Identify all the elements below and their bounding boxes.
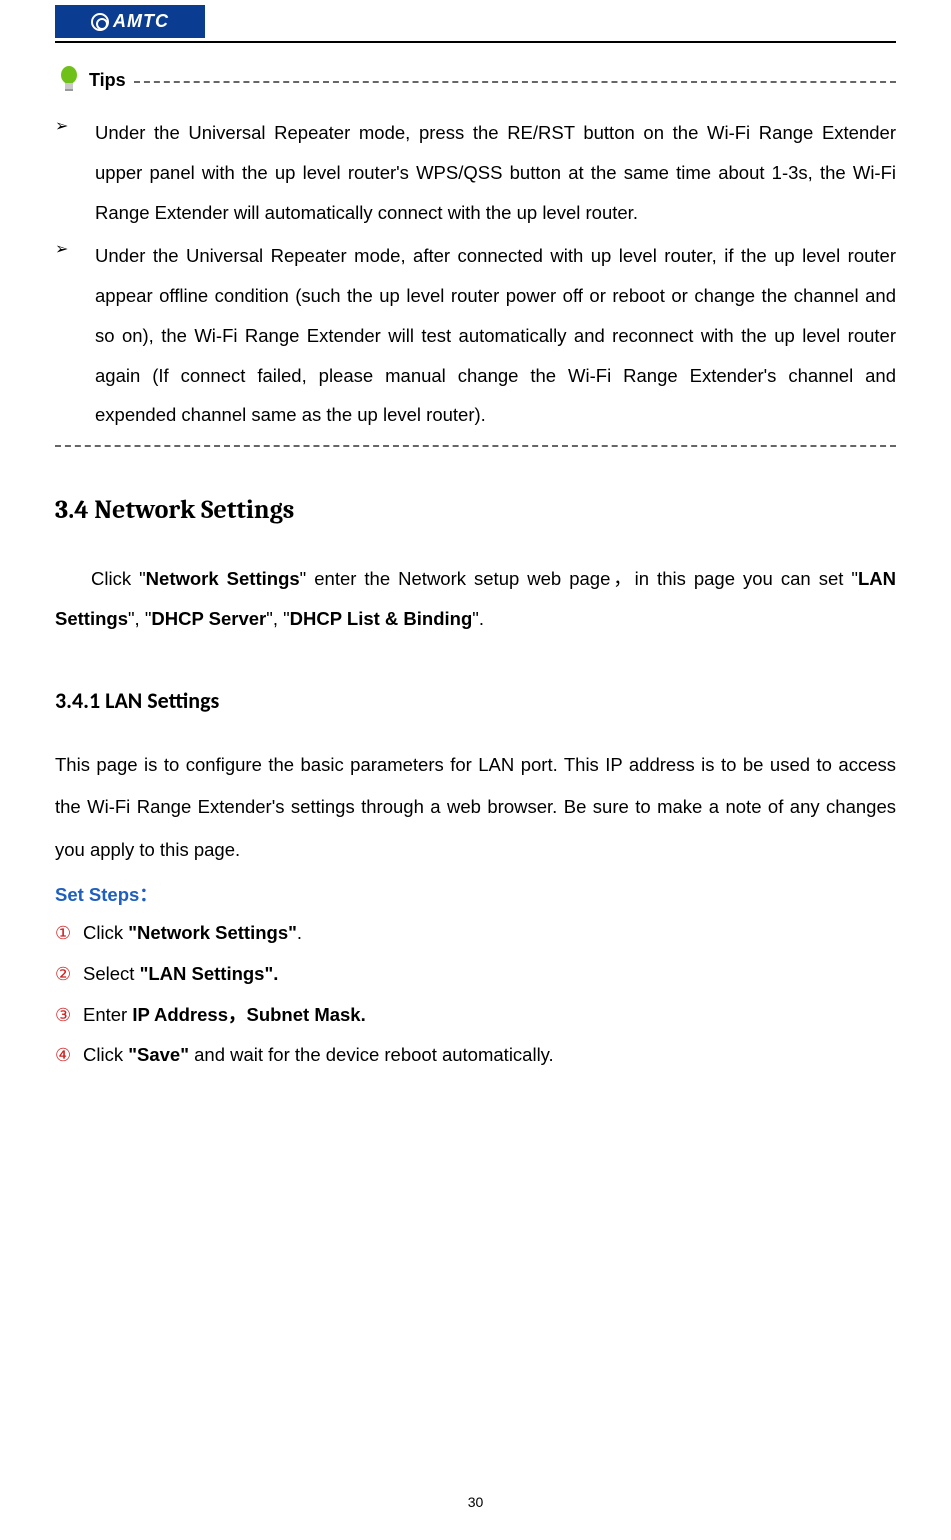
logo-text: AMTC <box>113 11 169 32</box>
tips-label: Tips <box>89 70 126 91</box>
intro-text: ", " <box>128 608 151 629</box>
step-bold: "Network Settings" <box>128 922 297 943</box>
tip-text: Under the Universal Repeater mode, press… <box>95 113 896 232</box>
intro-text: ". <box>472 608 484 629</box>
subsection-heading: 3.4.1 LAN Settings <box>55 687 896 714</box>
set-steps-label: Set Steps： <box>55 881 896 907</box>
step-post: . <box>297 922 302 943</box>
intro-text: ", " <box>266 608 289 629</box>
steps-list: ① Click "Network Settings". ② Select "LA… <box>55 913 896 1076</box>
step-bold: "LAN Settings". <box>140 963 279 984</box>
step-text: Click "Network Settings". <box>83 913 896 954</box>
list-item: ④ Click "Save" and wait for the device r… <box>55 1035 896 1076</box>
intro-text: " enter the Network setup web page，in th… <box>300 568 858 589</box>
tips-list: ➢ Under the Universal Repeater mode, pre… <box>55 113 896 435</box>
step-number: ② <box>55 955 83 995</box>
tip-text: Under the Universal Repeater mode, after… <box>95 236 896 435</box>
step-pre: Enter <box>83 1004 132 1025</box>
list-item: ➢ Under the Universal Repeater mode, aft… <box>55 236 896 435</box>
list-item: ① Click "Network Settings". <box>55 913 896 954</box>
step-text: Click "Save" and wait for the device reb… <box>83 1035 896 1076</box>
list-item: ➢ Under the Universal Repeater mode, pre… <box>55 113 896 232</box>
tips-header: Tips <box>55 65 896 95</box>
brand-logo: AMTC <box>55 5 205 38</box>
chevron-right-icon: ➢ <box>55 113 95 232</box>
lightbulb-icon <box>55 65 83 95</box>
list-item: ③ Enter IP Address，Subnet Mask. <box>55 995 896 1036</box>
section-intro: Click "Network Settings" enter the Netwo… <box>55 559 896 639</box>
list-item: ② Select "LAN Settings". <box>55 954 896 995</box>
tips-dash-line <box>134 81 896 83</box>
step-post: and wait for the device reboot automatic… <box>189 1044 554 1065</box>
step-pre: Click <box>83 1044 128 1065</box>
intro-text: Click " <box>91 568 146 589</box>
step-pre: Select <box>83 963 140 984</box>
logo-swirl-icon <box>91 13 109 31</box>
intro-bold: DHCP Server <box>151 608 266 629</box>
step-text: Select "LAN Settings". <box>83 954 896 995</box>
step-bold: IP Address，Subnet Mask. <box>132 1004 365 1025</box>
step-pre: Click <box>83 922 128 943</box>
step-number: ④ <box>55 1036 83 1076</box>
step-bold: "Save" <box>128 1044 189 1065</box>
tips-end-dash-line <box>55 445 896 447</box>
chevron-right-icon: ➢ <box>55 236 95 435</box>
subsection-body: This page is to configure the basic para… <box>55 744 896 872</box>
step-number: ③ <box>55 996 83 1036</box>
intro-bold: DHCP List & Binding <box>290 608 473 629</box>
page-number: 30 <box>0 1494 951 1510</box>
step-number: ① <box>55 914 83 954</box>
step-text: Enter IP Address，Subnet Mask. <box>83 995 896 1036</box>
intro-bold: Network Settings <box>146 568 300 589</box>
header-divider <box>55 41 896 43</box>
section-heading: 3.4 Network Settings <box>55 495 896 525</box>
